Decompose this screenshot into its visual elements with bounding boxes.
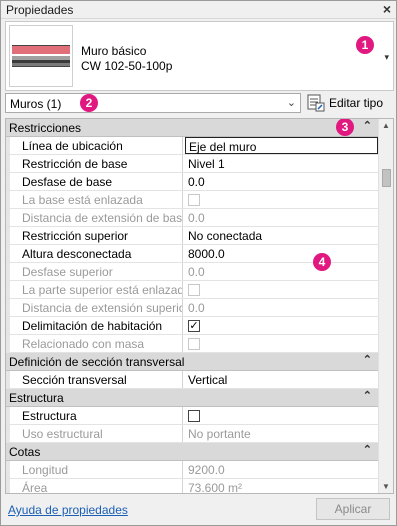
section-title: Restricciones bbox=[9, 121, 82, 135]
property-row[interactable]: Línea de ubicación Eje del muro bbox=[6, 137, 378, 155]
type-selector[interactable]: Muro básico CW 102-50-100p ▾ 1 bbox=[5, 21, 394, 91]
property-value[interactable]: 8000.0 bbox=[185, 245, 378, 262]
collapse-icon[interactable]: ⌃ bbox=[363, 389, 372, 402]
property-row[interactable]: Sección transversal Vertical bbox=[6, 371, 378, 389]
footer: Ayuda de propiedades Aplicar bbox=[1, 495, 396, 525]
properties-rows: Restricciones 3 ⌃ Línea de ubicación Eje… bbox=[6, 119, 378, 494]
apply-button[interactable]: Aplicar bbox=[316, 498, 390, 520]
window-title: Propiedades bbox=[6, 3, 74, 17]
callout-badge-3: 3 bbox=[336, 119, 354, 136]
callout-badge-4: 4 bbox=[313, 253, 331, 271]
type-dropdown-icon[interactable]: ▾ bbox=[384, 52, 389, 63]
property-value: 9200.0 bbox=[188, 463, 225, 477]
section-title: Definición de sección transversal bbox=[9, 355, 185, 369]
callout-badge-1: 1 bbox=[356, 36, 374, 54]
property-row: Relacionado con masa bbox=[6, 335, 378, 353]
property-value: No portante bbox=[188, 427, 251, 441]
instance-filter-select[interactable]: Muros (1) ⌄ 2 bbox=[5, 93, 301, 113]
property-label: Línea de ubicación bbox=[6, 137, 183, 154]
title-bar: Propiedades × bbox=[1, 1, 396, 19]
property-row[interactable]: Desfase de base 0.0 bbox=[6, 173, 378, 191]
property-label: Altura desconectada bbox=[6, 245, 183, 262]
property-value: 73.600 m² bbox=[188, 481, 243, 494]
property-label: Distancia de extensión de base bbox=[6, 209, 183, 226]
help-link[interactable]: Ayuda de propiedades bbox=[8, 503, 128, 517]
property-label: Relacionado con masa bbox=[6, 335, 183, 352]
filter-row: Muros (1) ⌄ 2 Editar tipo bbox=[5, 93, 394, 115]
edit-type-label: Editar tipo bbox=[329, 96, 384, 110]
property-label: Longitud bbox=[6, 461, 183, 478]
property-value[interactable]: ✓ bbox=[185, 317, 378, 334]
property-label: Delimitación de habitación bbox=[6, 317, 183, 334]
vertical-scrollbar[interactable]: ▲ ▼ bbox=[378, 119, 393, 493]
collapse-icon[interactable]: ⌃ bbox=[363, 119, 372, 132]
section-seccion-transversal[interactable]: Definición de sección transversal ⌃ bbox=[6, 353, 378, 371]
property-value[interactable]: Vertical bbox=[185, 371, 378, 388]
property-value[interactable]: 0.0 bbox=[185, 173, 378, 190]
property-label: Área bbox=[6, 479, 183, 493]
property-value: 0.0 bbox=[188, 211, 205, 225]
location-line-field[interactable]: Eje del muro bbox=[185, 137, 378, 154]
properties-grid: Restricciones 3 ⌃ Línea de ubicación Eje… bbox=[5, 118, 394, 494]
property-label: Estructura bbox=[6, 407, 183, 424]
checkbox bbox=[188, 338, 200, 350]
section-restricciones[interactable]: Restricciones 3 ⌃ bbox=[6, 119, 378, 137]
property-label: Desfase superior bbox=[6, 263, 183, 280]
property-value: 0.0 bbox=[188, 301, 205, 315]
property-row: La base está enlazada bbox=[6, 191, 378, 209]
section-title: Estructura bbox=[9, 391, 64, 405]
edit-type-icon bbox=[307, 94, 325, 112]
property-value bbox=[185, 335, 378, 352]
property-value[interactable]: No conectada bbox=[185, 227, 378, 244]
checkbox bbox=[188, 284, 200, 296]
callout-badge-2: 2 bbox=[80, 94, 98, 112]
property-row[interactable]: Restricción superior No conectada bbox=[6, 227, 378, 245]
section-estructura[interactable]: Estructura ⌃ bbox=[6, 389, 378, 407]
property-label: Distancia de extensión superior bbox=[6, 299, 183, 316]
property-row: Distancia de extensión superior 0.0 bbox=[6, 299, 378, 317]
property-row: Uso estructural No portante bbox=[6, 425, 378, 443]
property-value bbox=[185, 191, 378, 208]
section-title: Cotas bbox=[9, 445, 41, 459]
scroll-thumb[interactable] bbox=[382, 169, 391, 187]
property-label: Restricción de base bbox=[6, 155, 183, 172]
property-label: La base está enlazada bbox=[6, 191, 183, 208]
type-type: CW 102-50-100p bbox=[81, 59, 173, 73]
property-label: La parte superior está enlazada bbox=[6, 281, 183, 298]
close-icon[interactable]: × bbox=[383, 1, 391, 17]
property-row: Distancia de extensión de base 0.0 bbox=[6, 209, 378, 227]
checkbox bbox=[188, 194, 200, 206]
property-value[interactable]: Nivel 1 bbox=[185, 155, 378, 172]
filter-value: Muros (1) bbox=[10, 97, 62, 111]
properties-palette: Propiedades × Muro básico CW 102-50-100p… bbox=[0, 0, 397, 526]
scroll-up-icon[interactable]: ▲ bbox=[382, 121, 390, 130]
type-family: Muro básico bbox=[81, 44, 147, 58]
wall-type-thumbnail bbox=[9, 25, 73, 87]
property-row: Área 73.600 m² bbox=[6, 479, 378, 494]
property-row: La parte superior está enlazada bbox=[6, 281, 378, 299]
type-name: Muro básico CW 102-50-100p bbox=[81, 44, 172, 74]
property-label: Sección transversal bbox=[6, 371, 183, 388]
property-row: Desfase superior 0.0 4 bbox=[6, 253, 378, 281]
section-cotas[interactable]: Cotas ⌃ bbox=[6, 443, 378, 461]
property-value: 0.0 bbox=[188, 265, 205, 279]
property-row[interactable]: Delimitación de habitación ✓ bbox=[6, 317, 378, 335]
property-row: Longitud 9200.0 bbox=[6, 461, 378, 479]
property-row[interactable]: Restricción de base Nivel 1 bbox=[6, 155, 378, 173]
room-bounding-checkbox[interactable]: ✓ bbox=[188, 320, 200, 332]
property-label: Uso estructural bbox=[6, 425, 183, 442]
property-label: Desfase de base bbox=[6, 173, 183, 190]
property-row[interactable]: Estructura bbox=[6, 407, 378, 425]
collapse-icon[interactable]: ⌃ bbox=[363, 443, 372, 456]
collapse-icon[interactable]: ⌃ bbox=[363, 353, 372, 366]
structural-checkbox[interactable] bbox=[188, 410, 200, 422]
property-value[interactable] bbox=[185, 407, 378, 424]
chevron-down-icon: ⌄ bbox=[286, 97, 296, 109]
property-label: Restricción superior bbox=[6, 227, 183, 244]
scroll-down-icon[interactable]: ▼ bbox=[382, 482, 390, 491]
property-value bbox=[185, 281, 378, 298]
